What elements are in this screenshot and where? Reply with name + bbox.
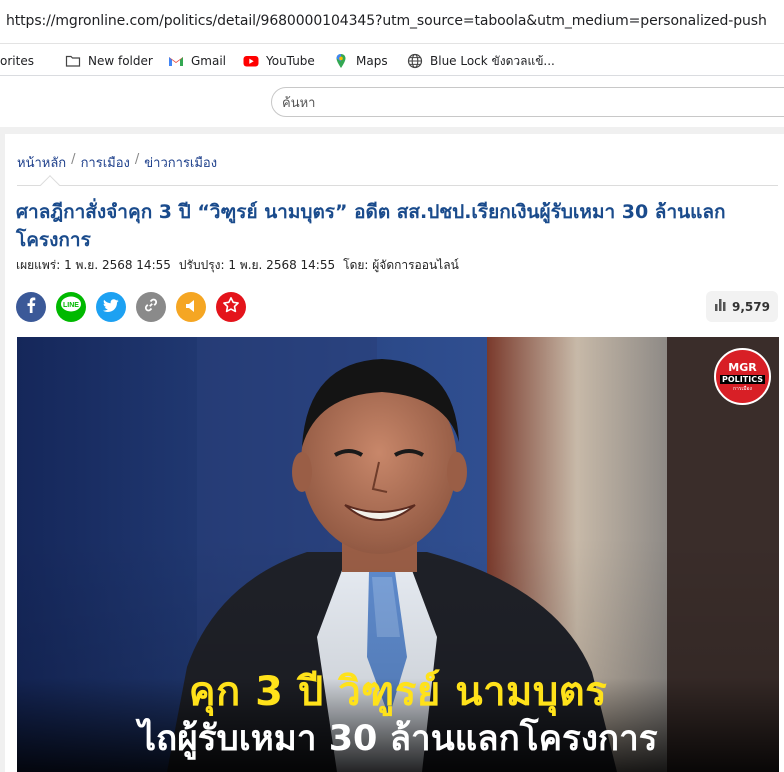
- bookmark-label: Blue Lock ขังดวลแข้...: [430, 53, 555, 68]
- facebook-icon: [24, 297, 38, 317]
- article-title: ศาลฎีกาสั่งจำคุก 3 ปี “วิฑูรย์ นามบุตร” …: [16, 201, 726, 251]
- bookmark-label: Gmail: [191, 54, 227, 68]
- twitter-share-button[interactable]: [96, 292, 126, 322]
- globe-icon: [407, 53, 423, 69]
- view-count-value: 9,579: [732, 299, 770, 314]
- gmail-icon: [168, 53, 184, 69]
- star-icon: [222, 296, 240, 318]
- bookmark-label: YouTube: [266, 54, 315, 68]
- maps-pin-icon: [333, 53, 349, 69]
- logo-text-mgr: MGR: [728, 360, 757, 374]
- bar-chart-icon: [714, 299, 727, 314]
- copy-link-button[interactable]: [136, 292, 166, 322]
- breadcrumb-politics[interactable]: การเมือง: [81, 152, 130, 173]
- view-count: 9,579: [706, 291, 778, 322]
- line-share-button[interactable]: LINE: [56, 292, 86, 322]
- updated-date: ปรับปรุง: 1 พ.ย. 2568 14:55: [178, 258, 336, 272]
- breadcrumb-home[interactable]: หน้าหลัก: [17, 152, 66, 173]
- twitter-icon: [103, 298, 119, 317]
- line-icon: LINE: [60, 296, 82, 318]
- hero-caption-line2: ไถผู้รับเหมา 30 ล้านแลกโครงการ: [138, 719, 658, 759]
- folder-icon: [65, 53, 81, 69]
- facebook-share-button[interactable]: [16, 292, 46, 322]
- published-date: เผยแพร่: 1 พ.ย. 2568 14:55: [16, 258, 171, 272]
- bookmark-new-folder[interactable]: New folder: [65, 51, 153, 71]
- site-header: [0, 77, 784, 127]
- link-icon: [143, 297, 159, 317]
- article-meta: เผยแพร่: 1 พ.ย. 2568 14:55 ปรับปรุง: 1 พ…: [16, 256, 459, 275]
- logo-text-thai: การเมือง: [733, 385, 752, 392]
- breadcrumb-politics-news[interactable]: ข่าวการเมือง: [144, 152, 217, 173]
- bookmark-button[interactable]: [216, 292, 246, 322]
- search-input[interactable]: [282, 94, 762, 112]
- speaker-icon: [184, 298, 198, 317]
- share-buttons: LINE: [16, 292, 246, 322]
- youtube-icon: [243, 53, 259, 69]
- breadcrumb-divider: [17, 185, 778, 186]
- address-bar[interactable]: https://mgronline.com/politics/detail/96…: [0, 0, 784, 44]
- bookmark-youtube[interactable]: YouTube: [243, 51, 315, 71]
- logo-text-politics: POLITICS: [720, 374, 765, 384]
- bookmark-label: orites: [0, 54, 34, 68]
- breadcrumb-separator: /: [134, 152, 140, 167]
- bookmarks-bar: orites New folder Gmail YouTube Maps Blu: [0, 44, 784, 76]
- breadcrumb: หน้าหลัก / การเมือง / ข่าวการเมือง: [17, 152, 217, 173]
- url-text[interactable]: https://mgronline.com/politics/detail/96…: [6, 13, 767, 29]
- author: โดย: ผู้จัดการออนไลน์: [343, 258, 459, 272]
- hero-image: MGR POLITICS การเมือง คุก 3 ปี วิฑูรย์ น…: [17, 337, 779, 772]
- bookmark-blue-lock[interactable]: Blue Lock ขังดวลแข้...: [407, 51, 555, 71]
- mgr-politics-logo: MGR POLITICS การเมือง: [714, 348, 771, 405]
- bookmark-label: Maps: [356, 54, 388, 68]
- breadcrumb-separator: /: [71, 152, 76, 167]
- bookmark-maps[interactable]: Maps: [333, 51, 388, 71]
- svg-text:LINE: LINE: [63, 302, 79, 309]
- listen-button[interactable]: [176, 292, 206, 322]
- bookmark-favorites[interactable]: orites: [0, 51, 34, 71]
- search-box[interactable]: [271, 87, 784, 117]
- bookmark-gmail[interactable]: Gmail: [168, 51, 226, 71]
- bookmark-label: New folder: [88, 54, 153, 68]
